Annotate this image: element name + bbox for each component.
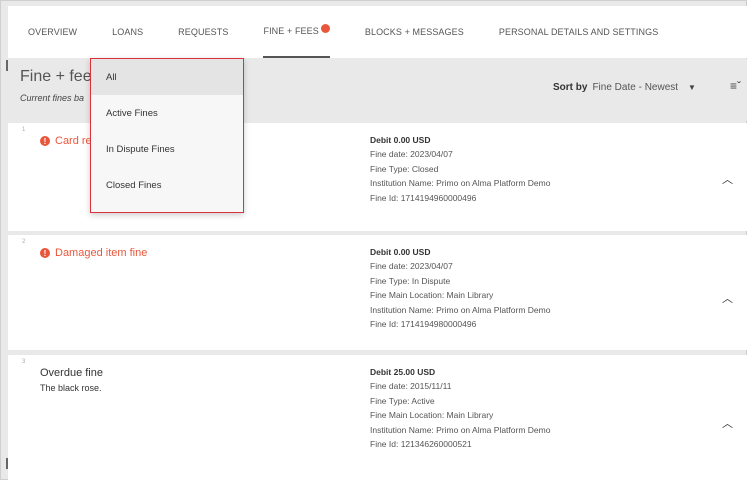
sort-label: Sort by	[553, 82, 588, 93]
fine-number: 3	[22, 359, 26, 365]
fine-id: Fine Id: 121346260000521	[370, 439, 472, 450]
alert-badge-icon	[320, 23, 330, 33]
tab-label: FINE + FEES	[263, 26, 319, 36]
filter-option-closed[interactable]: Closed Fines	[91, 167, 243, 203]
tab-label: LOANS	[112, 27, 144, 37]
fine-title[interactable]: ! Card re	[40, 135, 92, 147]
fine-type: Fine Type: Active	[370, 395, 435, 406]
fine-location: Fine Main Location: Main Library	[370, 410, 494, 421]
tab-overview[interactable]: OVERVIEW	[28, 6, 77, 58]
account-tabs: OVERVIEW LOANS REQUESTS FINE + FEES BLOC…	[8, 6, 747, 58]
sort-value: Fine Date - Newest	[592, 82, 679, 93]
fine-date: Fine date: 2023/04/07	[370, 261, 453, 272]
chevron-up-icon[interactable]: ︿	[722, 171, 733, 187]
fine-institution: Institution Name: Primo on Alma Platform…	[370, 304, 551, 315]
fine-details: Debit 0.00 USD Fine date: 2023/04/07 Fin…	[370, 245, 550, 331]
fine-type: Fine Type: Closed	[370, 163, 439, 174]
fine-institution: Institution Name: Primo on Alma Platform…	[370, 178, 551, 189]
tab-blocks-messages[interactable]: BLOCKS + MESSAGES	[365, 6, 464, 58]
alert-circle-icon: !	[40, 248, 50, 258]
fine-number: 1	[22, 127, 26, 133]
fine-location: Fine Main Location: Main Library	[370, 290, 494, 301]
fine-id: Fine Id: 1714194960000496	[370, 192, 477, 203]
fine-card: 3 Overdue fine The black rose. Debit 25.…	[8, 355, 747, 480]
fine-title-text: Damaged item fine	[55, 247, 148, 259]
fine-date: Fine date: 2015/11/11	[370, 381, 452, 392]
tab-requests[interactable]: REQUESTS	[178, 6, 228, 58]
fine-details: Debit 0.00 USD Fine date: 2023/04/07 Fin…	[370, 133, 550, 205]
tab-label: PERSONAL DETAILS AND SETTINGS	[498, 27, 659, 37]
fine-id: Fine Id: 1714194980000496	[370, 319, 477, 330]
fine-title[interactable]: ! Damaged item fine	[40, 247, 147, 259]
fine-number: 2	[22, 239, 26, 245]
page-subtitle: Current fines ba	[20, 93, 85, 103]
filter-option-all[interactable]: All	[91, 59, 243, 95]
fine-filter-dropdown: All Active Fines In Dispute Fines Closed…	[90, 58, 244, 213]
sort-control[interactable]: Sort by Fine Date - Newest ▼	[553, 82, 696, 93]
tab-label: BLOCKS + MESSAGES	[364, 27, 464, 37]
tab-loans[interactable]: LOANS	[112, 6, 143, 58]
fine-date: Fine date: 2023/04/07	[370, 149, 453, 160]
fine-item-title: The black rose.	[40, 383, 102, 393]
chevron-up-icon[interactable]: ︿	[722, 290, 733, 306]
fine-card: 2 ! Damaged item fine Debit 0.00 USD Fine…	[8, 235, 747, 350]
tab-fine-fees[interactable]: FINE + FEES	[263, 6, 330, 58]
fine-amount: Debit 25.00 USD	[370, 367, 436, 377]
fine-title-text: Overdue fine	[40, 367, 103, 379]
tab-personal-details[interactable]: PERSONAL DETAILS AND SETTINGS	[499, 6, 658, 58]
caret-down-icon: ▼	[688, 83, 696, 92]
fine-details: Debit 25.00 USD Fine date: 2015/11/11 Fi…	[370, 365, 550, 451]
fine-title[interactable]: Overdue fine	[40, 367, 103, 379]
chevron-up-icon[interactable]: ︿	[722, 415, 733, 431]
filter-option-in-dispute[interactable]: In Dispute Fines	[91, 131, 243, 167]
fine-institution: Institution Name: Primo on Alma Platform…	[370, 424, 551, 435]
sort-order-icon[interactable]: ≡ˇ	[730, 79, 741, 93]
tab-label: OVERVIEW	[28, 27, 78, 37]
tab-label: REQUESTS	[178, 27, 229, 37]
fine-amount: Debit 0.00 USD	[370, 135, 431, 145]
fine-amount: Debit 0.00 USD	[370, 247, 431, 257]
fine-title-text: Card re	[55, 135, 92, 147]
filter-option-active[interactable]: Active Fines	[91, 95, 243, 131]
fine-type: Fine Type: In Dispute	[370, 275, 451, 286]
page-title: Fine + fees	[20, 68, 100, 85]
alert-circle-icon: !	[40, 136, 50, 146]
